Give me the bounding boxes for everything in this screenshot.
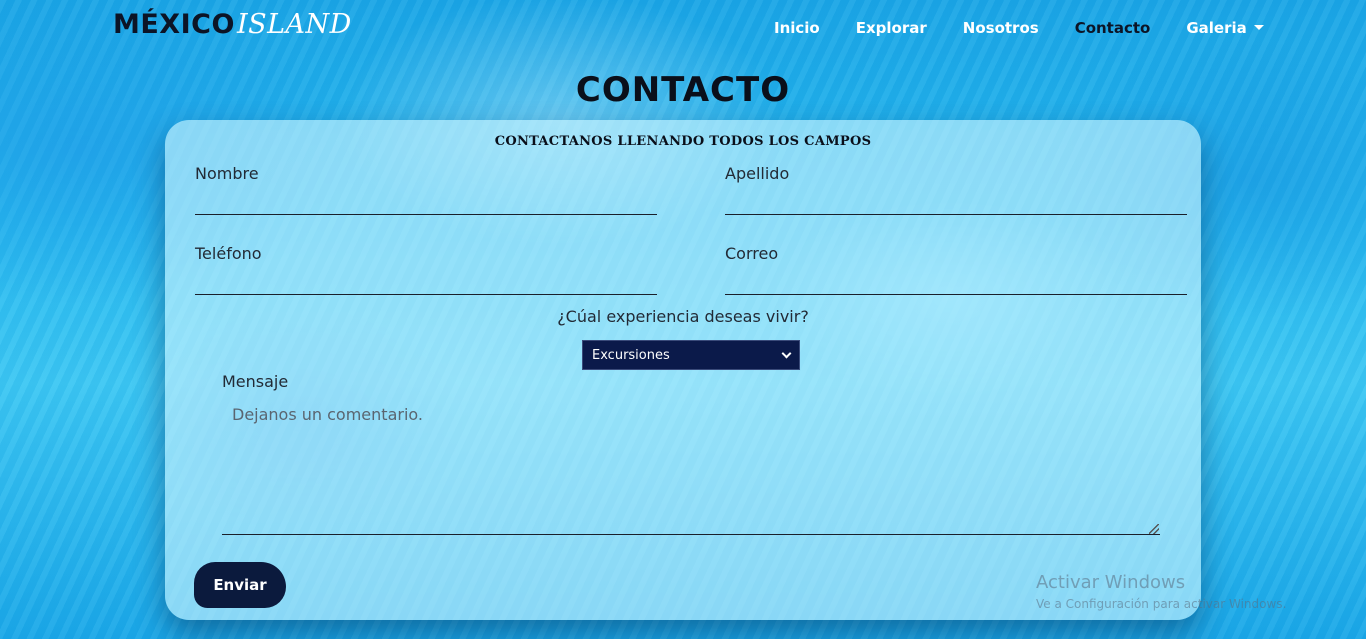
brand-main-text: MÉXICO [113, 9, 235, 40]
form-heading: CONTACTANOS LLENANDO TODOS LOS CAMPOS [494, 134, 872, 149]
nombre-input[interactable] [195, 187, 657, 215]
telefono-label: Teléfono [195, 244, 262, 263]
enviar-button[interactable]: Enviar [194, 562, 286, 608]
watermark-subtitle: Ve a Configuración para activar Windows. [1036, 597, 1287, 611]
apellido-input[interactable] [725, 187, 1187, 215]
correo-label: Correo [725, 244, 779, 263]
field-telefono: Teléfono [195, 244, 657, 295]
correo-input[interactable] [725, 267, 1187, 295]
apellido-label: Apellido [725, 164, 790, 183]
nav-link-contacto[interactable]: Contacto [1075, 19, 1151, 37]
windows-activation-watermark: Activar Windows Ve a Configuración para … [1036, 572, 1286, 611]
navbar: MÉXICO ISLAND Inicio Explorar Nosotros C… [0, 0, 1366, 58]
mensaje-textarea[interactable] [222, 396, 1160, 535]
brand-sub-text: ISLAND [236, 9, 352, 40]
telefono-input[interactable] [195, 267, 657, 295]
chevron-down-icon [781, 348, 792, 358]
nav-link-nosotros[interactable]: Nosotros [963, 19, 1039, 37]
page-title: CONTACTO [575, 70, 791, 110]
experience-select[interactable]: Excursiones [582, 340, 800, 370]
caret-down-icon [1253, 25, 1264, 30]
nav-dropdown-galeria-label: Galeria [1186, 19, 1247, 37]
contact-form-card: CONTACTANOS LLENANDO TODOS LOS CAMPOS No… [165, 120, 1201, 620]
experience-select-value: Excursiones [592, 347, 670, 363]
nav-link-explorar[interactable]: Explorar [856, 19, 927, 37]
nav-link-inicio[interactable]: Inicio [774, 19, 820, 37]
nav-dropdown-galeria[interactable]: Galeria [1186, 19, 1264, 37]
experience-question: ¿Cúal experiencia deseas vivir? [557, 307, 809, 326]
mensaje-label: Mensaje [222, 372, 289, 391]
brand-logo[interactable]: MÉXICO ISLAND [113, 9, 352, 40]
field-correo: Correo [725, 244, 1187, 295]
nombre-label: Nombre [195, 164, 259, 183]
resize-handle-icon[interactable] [1149, 524, 1159, 534]
nav-links: Inicio Explorar Nosotros Contacto Galeri… [774, 19, 1300, 37]
field-apellido: Apellido [725, 164, 1187, 215]
watermark-title: Activar Windows [1036, 572, 1186, 593]
field-nombre: Nombre [195, 164, 657, 215]
